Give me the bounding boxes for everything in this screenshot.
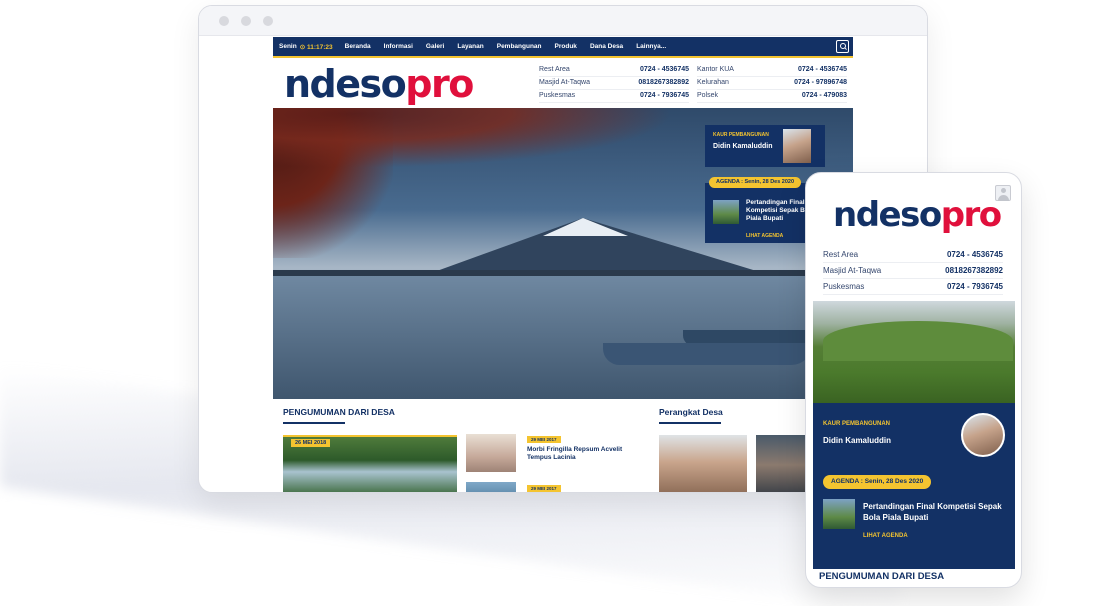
agenda-link[interactable]: LIHAT AGENDA [863,533,908,539]
agenda-thumbnail [823,499,855,529]
kaur-photo [961,413,1005,457]
section-title-perangkat: Perangkat Desa [659,407,723,417]
window-dot-icon [263,16,273,26]
window-dot-icon [219,16,229,26]
nav-item-informasi[interactable]: Informasi [384,43,413,50]
announcement-date-badge: 26 MEI 2018 [291,439,331,447]
section-title-pengumuman: PENGUMUMAN DARI DESA [283,407,395,417]
nav-day: Senin [279,43,297,50]
website: Senin ⊙ 11:17:23 Beranda Informasi Galer… [273,37,853,492]
kaur-label: KAUR PEMBANGUNAN [713,132,769,138]
boat-shape [603,343,813,365]
contact-row: Kantor KUA 0724 - 4536745 [697,64,847,77]
nav-item-layanan[interactable]: Layanan [457,43,483,50]
contact-row: Masjid At-Taqwa 0818267382892 [823,263,1003,279]
agenda-thumbnail [713,200,739,224]
section-underline [283,422,345,424]
agenda-link[interactable]: LIHAT AGENDA [746,233,783,239]
agenda-badge: AGENDA : Senin, 28 Des 2020 [823,475,932,489]
announcement-date-badge: 29 MEI 2017 [527,436,561,443]
mobile-section-title: PENGUMUMAN DARI DESA [819,571,945,581]
nav-clock: ⊙ 11:17:23 [299,43,333,51]
kaur-photo [783,129,811,163]
nav-time: 11:17:23 [306,43,333,51]
browser-title-bar [199,6,927,36]
mobile-info-panel: KAUR PEMBANGUNAN Didin Kamaluddin AGENDA… [813,403,1015,569]
section-underline [659,422,721,424]
mobile-hero-image [813,301,1015,403]
phone-mockup: ndesopro Rest Area 0724 - 4536745 Masjid … [805,172,1022,588]
nav-item-pembangunan[interactable]: Pembangunan [497,43,542,50]
search-icon[interactable] [836,40,849,53]
agenda-badge: AGENDA : Senin, 28 Des 2020 [709,177,802,188]
announcement-thumbnail[interactable] [466,434,516,472]
agenda-title[interactable]: Pertandingan Final Kompetisi Sepak Bola … [863,501,1003,523]
contact-row: Puskesmas 0724 - 7936745 [823,279,1003,295]
mobile-contact-list: Rest Area 0724 - 4536745 Masjid At-Taqwa 0… [823,247,1003,295]
kaur-label: KAUR PEMBANGUNAN [823,421,890,427]
mobile-logo[interactable]: ndesopro [833,197,1002,233]
kaur-card[interactable]: KAUR PEMBANGUNAN Didin Kamaluddin [705,125,825,167]
top-nav: Senin ⊙ 11:17:23 Beranda Informasi Galer… [273,37,853,56]
announcement-title[interactable]: Morbi Fringilla Repsum Acvelit Tempus La… [527,446,637,462]
nav-item-dana-desa[interactable]: Dana Desa [590,43,623,50]
contact-list: Rest Area 0724 - 4536745 Kantor KUA 0724 -… [539,64,847,103]
kaur-name: Didin Kamaluddin [713,143,773,150]
stage: Senin ⊙ 11:17:23 Beranda Informasi Galer… [0,0,1118,606]
phone-screen: ndesopro Rest Area 0724 - 4536745 Masjid … [813,181,1015,581]
contact-row: Rest Area 0724 - 4536745 [539,64,689,77]
contact-row: Puskesmas 0724 - 7936745 [539,90,689,103]
contact-row: Rest Area 0724 - 4536745 [823,247,1003,263]
nav-item-galeri[interactable]: Galeri [426,43,444,50]
announcement-thumbnail[interactable] [466,482,516,492]
site-logo[interactable]: ndesopro [284,64,474,104]
announcement-date-badge: 29 MEI 2017 [527,485,561,492]
perangkat-photo[interactable] [659,435,747,492]
nav-item-lainnya[interactable]: Lainnya... [636,43,666,50]
contact-row: Kelurahan 0724 - 97896748 [697,77,847,90]
nav-item-produk[interactable]: Produk [555,43,577,50]
nav-item-beranda[interactable]: Beranda [345,43,371,50]
kaur-name: Didin Kamaluddin [823,436,891,445]
contact-row: Masjid At-Taqwa 0818267382892 [539,77,689,90]
contact-row: Polsek 0724 - 479083 [697,90,847,103]
site-header: ndesopro Rest Area 0724 - 4536745 Kantor … [273,58,853,108]
window-dot-icon [241,16,251,26]
